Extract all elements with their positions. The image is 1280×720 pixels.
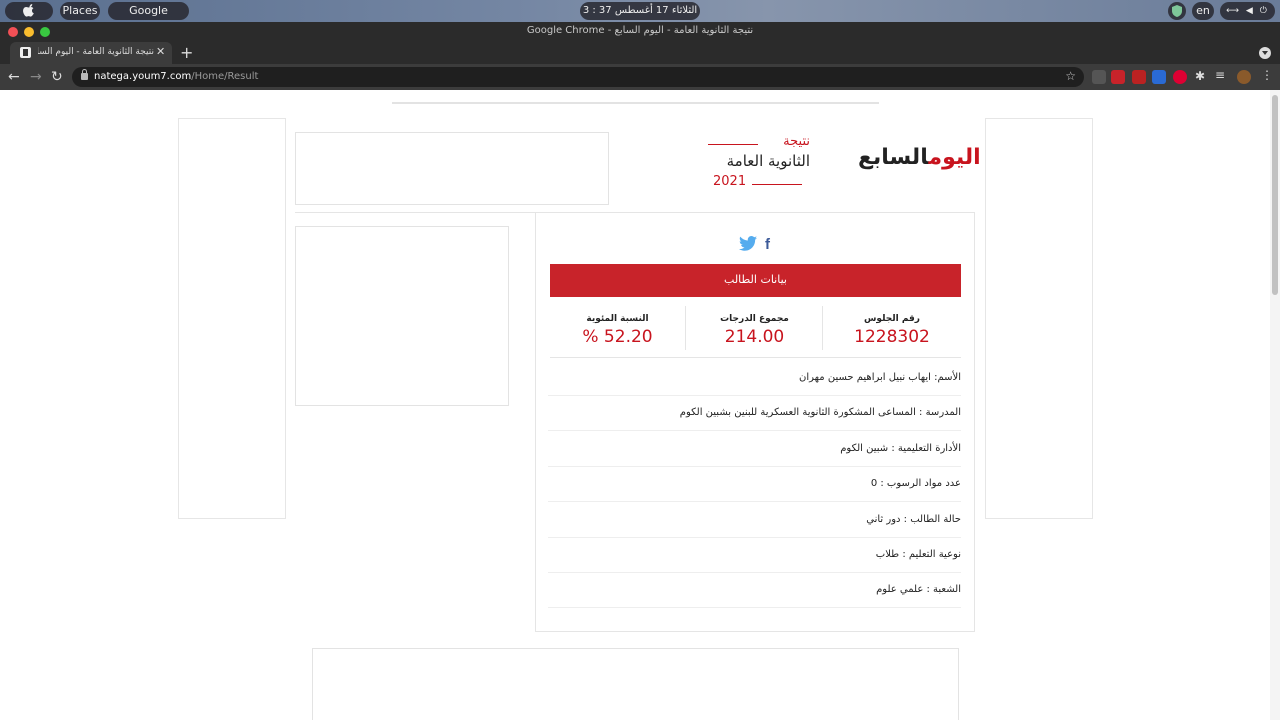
stat-label: مجموع الدرجات bbox=[720, 314, 789, 324]
content-ad-slot bbox=[295, 226, 509, 406]
info-row-education-type: نوعية التعليم : طلاب bbox=[548, 537, 961, 573]
address-bar[interactable]: natega.youm7.com/Home/Result ☆ bbox=[72, 67, 1084, 87]
facebook-icon[interactable]: f bbox=[765, 236, 770, 253]
info-row-school: المدرسة : المساعى المشكورة الثانوية العس… bbox=[548, 395, 961, 431]
forward-arrow-icon[interactable]: → bbox=[30, 68, 42, 86]
lock-icon[interactable] bbox=[81, 69, 88, 80]
app-menu[interactable]: Google Chrome bbox=[108, 2, 189, 35]
title-line-1: نتيجة bbox=[690, 134, 810, 152]
right-side-ad bbox=[985, 118, 1093, 519]
bookmark-star-icon[interactable]: ☆ bbox=[1065, 69, 1076, 83]
logo-dark-text: السابع bbox=[858, 145, 929, 170]
places-menu[interactable]: Places bbox=[60, 2, 100, 20]
apple-icon bbox=[23, 4, 34, 17]
power-icon: ⏻ bbox=[1259, 6, 1269, 16]
tab-active[interactable]: نتيجة الثانوية العامة - اليوم السابع ✕ bbox=[10, 42, 172, 64]
extension-shopping-icon[interactable] bbox=[1173, 70, 1187, 84]
stat-percentage: النسبة المئوية % 52.20 bbox=[550, 306, 686, 350]
stat-value: 1228302 bbox=[854, 327, 930, 347]
new-tab-button[interactable]: + bbox=[180, 43, 193, 62]
logo-red-text: اليوم bbox=[928, 145, 981, 170]
stat-value: 214.00 bbox=[724, 327, 785, 347]
profile-avatar[interactable] bbox=[1237, 70, 1251, 84]
top-divider bbox=[392, 102, 879, 104]
result-title: نتيجة الثانوية العامة 2021 bbox=[690, 134, 810, 192]
stat-label: النسبة المئوية bbox=[586, 314, 649, 324]
system-top-bar: Places Google Chrome الثلاثاء 17 أغسطس 3… bbox=[0, 0, 1280, 35]
url-text[interactable]: natega.youm7.com/Home/Result bbox=[94, 71, 258, 82]
info-row-failed-subjects: عدد مواد الرسوب : 0 bbox=[548, 466, 961, 502]
volume-icon: ◀ bbox=[1245, 6, 1255, 16]
scrollbar-thumb[interactable] bbox=[1272, 95, 1278, 295]
network-icon: ⟷ bbox=[1226, 6, 1242, 16]
extension-adblock-icon[interactable] bbox=[1111, 70, 1125, 84]
media-queue-icon[interactable]: ≡ bbox=[1215, 68, 1229, 82]
web-page: اليومالسابع نتيجة الثانوية العامة 2021 f… bbox=[0, 90, 1280, 720]
info-row-name: الأسم: ايهاب نبيل ابراهيم حسين مهران bbox=[548, 360, 961, 396]
tab-strip: نتيجة الثانوية العامة - اليوم السابع ✕ + bbox=[0, 42, 1280, 64]
site-logo[interactable]: اليومالسابع bbox=[858, 145, 982, 170]
header-ad-slot bbox=[295, 132, 609, 205]
tab-close-icon[interactable]: ✕ bbox=[156, 45, 165, 58]
left-side-ad bbox=[178, 118, 286, 519]
extension-badge-icon[interactable] bbox=[1132, 70, 1146, 84]
reload-icon[interactable]: ↻ bbox=[51, 68, 63, 86]
tab-search-icon[interactable] bbox=[1259, 47, 1271, 59]
info-row-division: الشعبة : علمي علوم bbox=[548, 572, 961, 608]
bottom-ad-slot bbox=[312, 648, 959, 720]
tab-title: نتيجة الثانوية العامة - اليوم السابع bbox=[38, 47, 154, 57]
site-favicon-icon bbox=[20, 47, 31, 58]
stat-value: % 52.20 bbox=[582, 327, 653, 347]
extensions-puzzle-icon[interactable]: ✱ bbox=[1195, 69, 1209, 83]
language-indicator[interactable]: en bbox=[1192, 2, 1214, 20]
window-title: Google Chrome - نتيجة الثانوية العامة - … bbox=[526, 25, 754, 36]
title-line-2: الثانوية العامة bbox=[726, 152, 810, 170]
info-row-status: حالة الطالب : دور ثاني bbox=[548, 502, 961, 538]
window-titlebar: Google Chrome - نتيجة الثانوية العامة - … bbox=[0, 22, 1280, 42]
shield-icon[interactable] bbox=[1168, 2, 1186, 20]
back-arrow-icon[interactable]: ← bbox=[8, 68, 20, 86]
system-status-menu[interactable]: ⟷ ◀ ⏻ bbox=[1220, 2, 1275, 20]
info-row-administration: الأدارة التعليمية : شبين الكوم bbox=[548, 431, 961, 467]
chrome-menu-icon[interactable]: ⋮ bbox=[1261, 68, 1275, 82]
apple-menu-button[interactable] bbox=[5, 2, 53, 20]
page-scrollbar[interactable] bbox=[1270, 90, 1280, 720]
browser-toolbar: ← → ↻ natega.youm7.com/Home/Result ☆ ✱ ≡… bbox=[0, 64, 1280, 90]
title-year: 2021 bbox=[690, 174, 810, 192]
stat-total-score: مجموع الدرجات 214.00 bbox=[687, 306, 823, 350]
twitter-icon[interactable] bbox=[739, 236, 757, 251]
student-data-header: بيانات الطالب bbox=[550, 264, 961, 297]
stats-divider bbox=[550, 357, 961, 358]
stat-label: رقم الجلوس bbox=[864, 314, 920, 324]
extension-pen-icon[interactable] bbox=[1092, 70, 1106, 84]
stat-seat-number: رقم الجلوس 1228302 bbox=[824, 306, 960, 350]
extension-translate-icon[interactable] bbox=[1152, 70, 1166, 84]
clock[interactable]: الثلاثاء 17 أغسطس 37 : 3 م bbox=[580, 2, 700, 34]
